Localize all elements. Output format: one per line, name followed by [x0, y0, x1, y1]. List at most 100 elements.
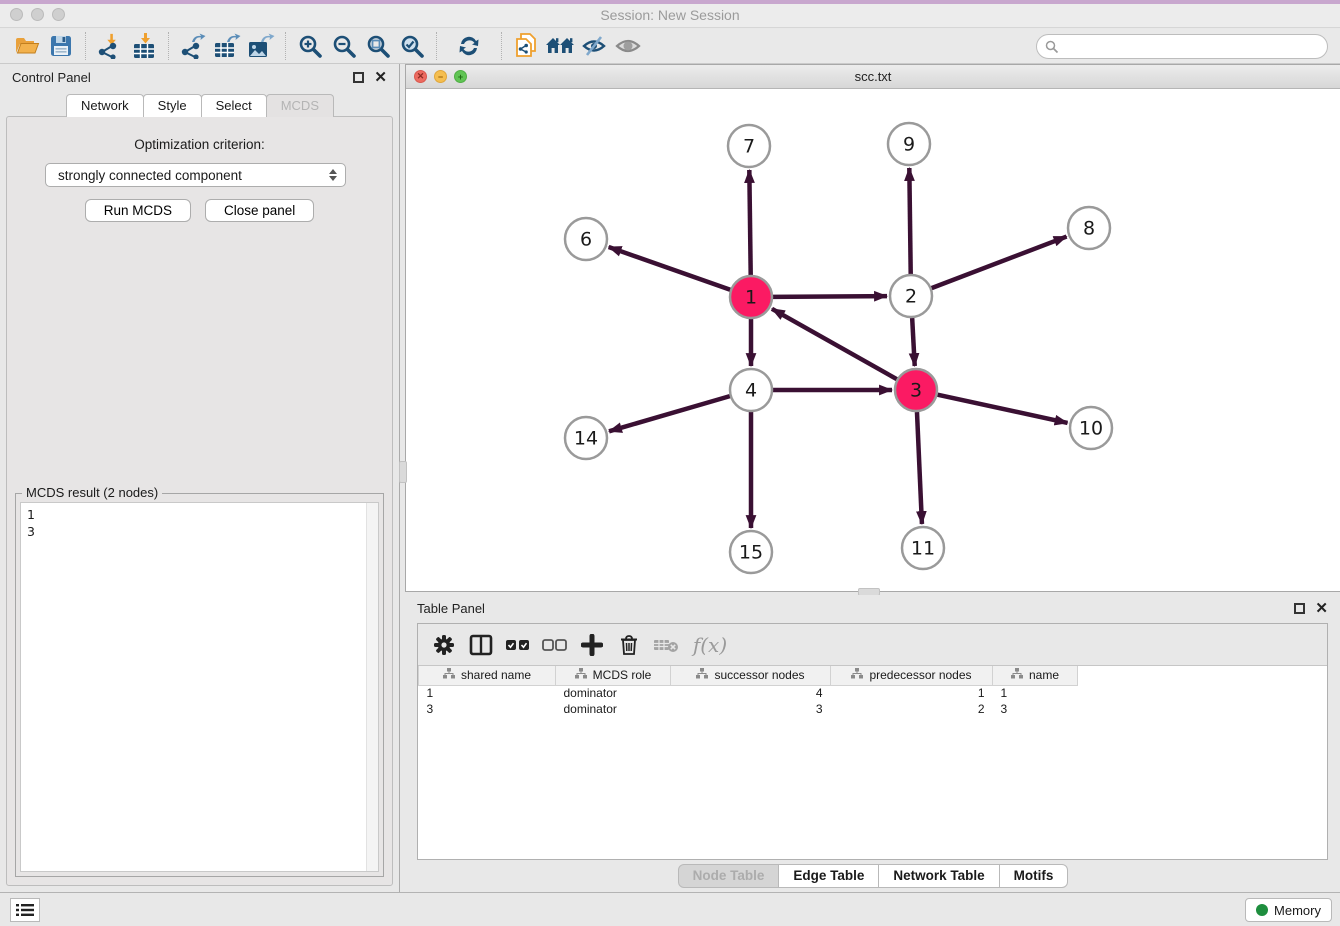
delete-icon[interactable] [613, 629, 645, 661]
close-panel-icon[interactable]: ✕ [374, 70, 387, 85]
column-header-shared-name[interactable]: shared name [419, 666, 556, 685]
node-table[interactable]: shared nameMCDS rolesuccessor nodesprede… [418, 666, 1078, 717]
column-header-predecessor-nodes[interactable]: predecessor nodes [831, 666, 993, 685]
table-row[interactable]: 3dominator323 [419, 701, 1078, 717]
edge-1-2[interactable] [773, 296, 887, 297]
table-cell[interactable]: 1 [993, 685, 1078, 701]
edge-3-11[interactable] [917, 412, 922, 524]
node-table-container: f(x) shared nameMCDS rolesuccessor nodes… [417, 623, 1328, 860]
select-all-icon[interactable] [502, 629, 534, 661]
tab-node-table[interactable]: Node Table [678, 864, 780, 888]
edge-1-7[interactable] [749, 170, 750, 275]
deselect-all-icon[interactable] [539, 629, 571, 661]
table-cell[interactable]: 3 [671, 701, 831, 717]
export-network-icon[interactable] [176, 31, 210, 61]
tree-sort-icon [1011, 668, 1023, 682]
search-field[interactable] [1036, 34, 1328, 59]
tree-sort-icon [696, 668, 708, 682]
tab-style[interactable]: Style [143, 94, 202, 117]
tab-select[interactable]: Select [201, 94, 267, 117]
select-spinner-icon [329, 169, 337, 181]
tab-network-table[interactable]: Network Table [878, 864, 999, 888]
task-history-button[interactable] [10, 898, 40, 922]
toggle-columns-icon[interactable] [465, 629, 497, 661]
import-table-icon[interactable] [127, 31, 161, 61]
table-cell[interactable]: dominator [556, 685, 671, 701]
edge-2-9[interactable] [909, 168, 910, 274]
mcds-result-item: 1 [27, 506, 372, 523]
table-cell[interactable]: 3 [993, 701, 1078, 717]
toolbar-separator [285, 32, 286, 60]
node-label-2: 2 [905, 286, 917, 308]
settings-gear-icon[interactable] [428, 629, 460, 661]
export-table-icon[interactable] [210, 31, 244, 61]
table-cell[interactable]: 1 [419, 685, 556, 701]
close-panel-button[interactable]: Close panel [205, 199, 314, 222]
zoom-fit-icon[interactable] [361, 31, 395, 61]
column-header-MCDS-role[interactable]: MCDS role [556, 666, 671, 685]
delete-table-icon [650, 629, 682, 661]
node-label-9: 9 [903, 134, 915, 156]
tab-mcds[interactable]: MCDS [266, 94, 334, 117]
eye-slash-icon[interactable] [577, 31, 611, 61]
tab-motifs[interactable]: Motifs [999, 864, 1069, 888]
open-file-icon[interactable] [10, 31, 44, 61]
node-label-3: 3 [910, 380, 922, 402]
zoom-selected-icon[interactable] [395, 31, 429, 61]
criterion-select[interactable]: strongly connected component [45, 163, 346, 187]
tree-sort-icon [443, 668, 455, 682]
float-panel-icon[interactable] [353, 72, 364, 83]
table-cell[interactable]: dominator [556, 701, 671, 717]
zoom-in-icon[interactable] [293, 31, 327, 61]
memory-button[interactable]: Memory [1245, 898, 1332, 922]
tab-network[interactable]: Network [66, 94, 144, 117]
main-toolbar [0, 29, 1340, 64]
window-title: Session: New Session [0, 7, 1340, 23]
zoom-out-icon[interactable] [327, 31, 361, 61]
refresh-view-icon[interactable] [452, 31, 486, 61]
table-cell[interactable]: 1 [831, 685, 993, 701]
table-cell[interactable]: 4 [671, 685, 831, 701]
search-icon [1045, 40, 1059, 54]
eye-icon[interactable] [611, 31, 645, 61]
vertical-splitter-handle[interactable] [399, 461, 407, 483]
edge-3-1[interactable] [772, 309, 897, 379]
table-row[interactable]: 1dominator411 [419, 685, 1078, 701]
control-panel: Control Panel ✕ Network Style Select MCD… [0, 64, 400, 892]
table-toolbar: f(x) [418, 624, 1327, 666]
float-table-panel-icon[interactable] [1294, 603, 1305, 614]
add-row-icon[interactable] [576, 629, 608, 661]
column-header-name[interactable]: name [993, 666, 1078, 685]
network-canvas[interactable]: 7968124314101511 [406, 89, 1340, 591]
node-label-8: 8 [1083, 218, 1095, 240]
mcds-result-list[interactable]: 13 [20, 502, 379, 872]
edge-4-14[interactable] [609, 396, 730, 431]
tab-edge-table[interactable]: Edge Table [778, 864, 879, 888]
table-cell[interactable]: 3 [419, 701, 556, 717]
edge-2-3[interactable] [912, 318, 915, 366]
network-view-window: ✕ − + scc.txt 7968124314101511 [405, 64, 1340, 592]
double-home-icon[interactable] [543, 31, 577, 61]
control-panel-tabs: Network Style Select MCDS [0, 94, 399, 117]
tree-sort-icon [575, 668, 587, 682]
tree-sort-icon [851, 668, 863, 682]
edge-1-6[interactable] [609, 247, 731, 290]
edge-2-8[interactable] [932, 237, 1067, 289]
search-input[interactable] [1063, 39, 1327, 54]
import-network-icon[interactable] [93, 31, 127, 61]
table-panel: Table Panel ✕ [405, 595, 1340, 892]
node-label-10: 10 [1079, 418, 1103, 440]
optimization-criterion-label: Optimization criterion: [7, 137, 392, 152]
network-graph[interactable]: 7968124314101511 [406, 89, 1340, 592]
table-cell[interactable]: 2 [831, 701, 993, 717]
node-label-6: 6 [580, 229, 592, 251]
run-mcds-button[interactable]: Run MCDS [85, 199, 191, 222]
column-header-successor-nodes[interactable]: successor nodes [671, 666, 831, 685]
network-window-titlebar[interactable]: ✕ − + scc.txt [406, 65, 1340, 89]
toolbar-separator [85, 32, 86, 60]
edge-3-10[interactable] [937, 395, 1067, 423]
export-image-icon[interactable] [244, 31, 278, 61]
close-table-panel-icon[interactable]: ✕ [1315, 601, 1328, 616]
save-session-icon[interactable] [44, 31, 78, 61]
document-share-icon[interactable] [509, 31, 543, 61]
